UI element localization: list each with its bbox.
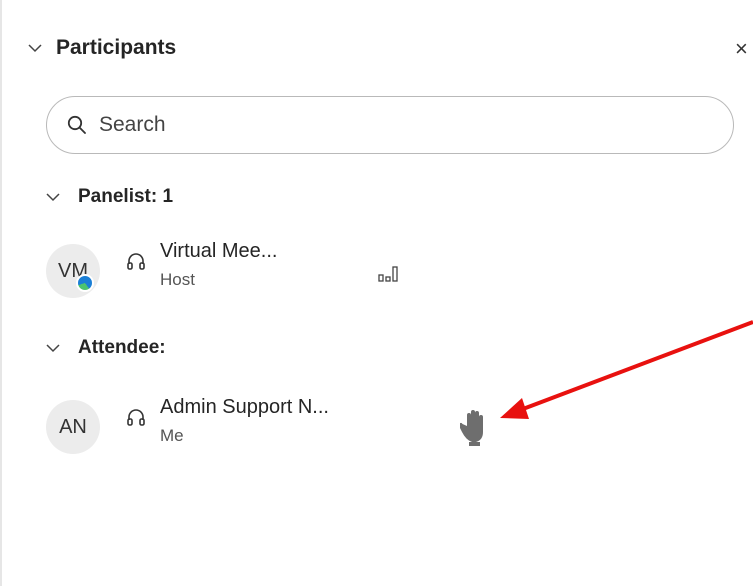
participant-row-attendee[interactable]: AN Admin Support N... Me bbox=[46, 392, 566, 456]
panel-title: Participants bbox=[56, 36, 177, 59]
panel-left-border bbox=[0, 0, 2, 586]
raised-hand-icon[interactable] bbox=[460, 408, 488, 448]
avatar: AN bbox=[46, 400, 100, 454]
search-box[interactable] bbox=[46, 96, 734, 154]
avatar: VM bbox=[46, 244, 100, 298]
chevron-down-icon bbox=[46, 193, 60, 202]
avatar-initials: AN bbox=[59, 415, 87, 438]
section-label: Attendee: bbox=[78, 337, 166, 358]
section-panelist[interactable]: Panelist: 1 bbox=[46, 186, 173, 208]
headset-icon bbox=[127, 253, 145, 270]
audio-level-icon bbox=[378, 266, 398, 282]
presence-status-icon bbox=[76, 274, 94, 292]
close-icon[interactable]: × bbox=[735, 36, 748, 62]
search-input[interactable] bbox=[97, 112, 701, 138]
participants-header[interactable]: Participants bbox=[28, 28, 176, 68]
headset-icon bbox=[127, 409, 145, 426]
participant-name: Admin Support N... bbox=[160, 396, 329, 418]
search-icon bbox=[67, 115, 86, 134]
participant-role: Host bbox=[160, 270, 195, 289]
participant-row-panelist[interactable]: VM Virtual Mee... Host bbox=[46, 236, 566, 300]
participant-role: Me bbox=[160, 426, 184, 445]
chevron-down-icon bbox=[46, 344, 60, 353]
participant-name: Virtual Mee... bbox=[160, 240, 278, 262]
section-attendee[interactable]: Attendee: bbox=[46, 337, 166, 359]
section-label: Panelist: 1 bbox=[78, 186, 174, 207]
chevron-down-icon bbox=[28, 44, 42, 53]
